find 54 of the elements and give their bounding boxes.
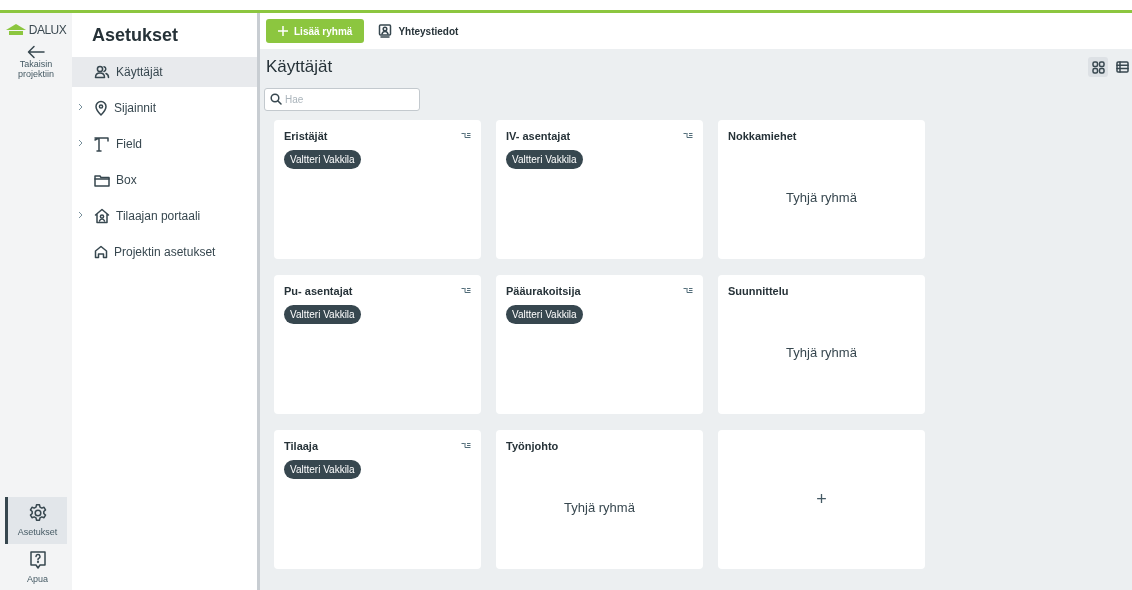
- home-icon: [94, 244, 108, 259]
- chevron-icon: [78, 211, 83, 220]
- chevron-icon: [78, 103, 83, 112]
- rail-button[interactable]: Asetukset: [5, 497, 67, 544]
- logo-icon: [5, 24, 26, 36]
- search-icon: [270, 92, 282, 105]
- empty-group-text: Tyhjä ryhmä: [785, 188, 858, 207]
- sidebar-title: Asetukset: [92, 25, 180, 47]
- group-title: Pääurakoitsija: [506, 283, 581, 299]
- search-field[interactable]: Hae: [264, 87, 420, 111]
- hierarchy-icon[interactable]: [461, 441, 471, 450]
- sidebar-item[interactable]: Tilaajan portaali: [72, 200, 257, 231]
- contact-card-icon: [378, 24, 393, 38]
- contacts-button[interactable]: Yhteystiedot: [378, 23, 459, 39]
- group-title: IV- asentajat: [506, 128, 571, 144]
- hierarchy-icon[interactable]: [461, 131, 471, 140]
- back-arrow-icon: [27, 45, 45, 59]
- sidebar-item[interactable]: Sijainnit: [72, 92, 257, 123]
- logo-text: DALUX: [28, 22, 67, 39]
- hierarchy-icon[interactable]: [461, 286, 471, 295]
- hierarchy-icon[interactable]: [683, 131, 693, 140]
- add-group-text: +: [815, 487, 828, 511]
- group-title: Pu- asentajat: [284, 283, 353, 299]
- sidebar-item[interactable]: Käyttäjät: [72, 56, 257, 87]
- group-title: Tilaaja: [284, 438, 319, 454]
- sidebar-item[interactable]: Field: [72, 128, 257, 159]
- member-tag[interactable]: Valtteri Vakkila: [284, 150, 361, 169]
- group-title: Eristäjät: [284, 128, 328, 144]
- location-pin-icon: [94, 99, 108, 116]
- member-tag[interactable]: Valtteri Vakkila: [506, 150, 583, 169]
- member-tag[interactable]: Valtteri Vakkila: [284, 305, 361, 324]
- hierarchy-icon[interactable]: [683, 286, 693, 295]
- help-icon: [28, 549, 47, 570]
- member-tag[interactable]: Valtteri Vakkila: [506, 305, 583, 324]
- group-title: Työnjohto: [506, 438, 559, 454]
- sidebar-item[interactable]: Projektin asetukset: [72, 236, 257, 267]
- chevron-icon: [78, 139, 83, 148]
- plus-icon: [278, 26, 288, 36]
- house-icon: [94, 207, 110, 224]
- view-toggle-button[interactable]: [1088, 57, 1108, 77]
- empty-group-text: Tyhjä ryhmä: [563, 498, 636, 517]
- empty-group-text: Tyhjä ryhmä: [785, 343, 858, 362]
- group-card[interactable]: +: [718, 429, 925, 569]
- users-icon: [94, 64, 110, 79]
- back-button[interactable]: Takaisin projektiin: [8, 45, 64, 79]
- settings-icon: [27, 503, 48, 523]
- folder-icon: [94, 172, 110, 187]
- crane-icon: [94, 135, 110, 152]
- sidebar-item[interactable]: Box: [72, 164, 257, 195]
- group-title: Suunnittelu: [728, 283, 789, 299]
- group-title: Nokkamiehet: [728, 128, 797, 144]
- rail-button[interactable]: Apua: [5, 543, 67, 590]
- member-tag[interactable]: Valtteri Vakkila: [284, 460, 361, 479]
- page-title: Käyttäjät: [266, 56, 333, 78]
